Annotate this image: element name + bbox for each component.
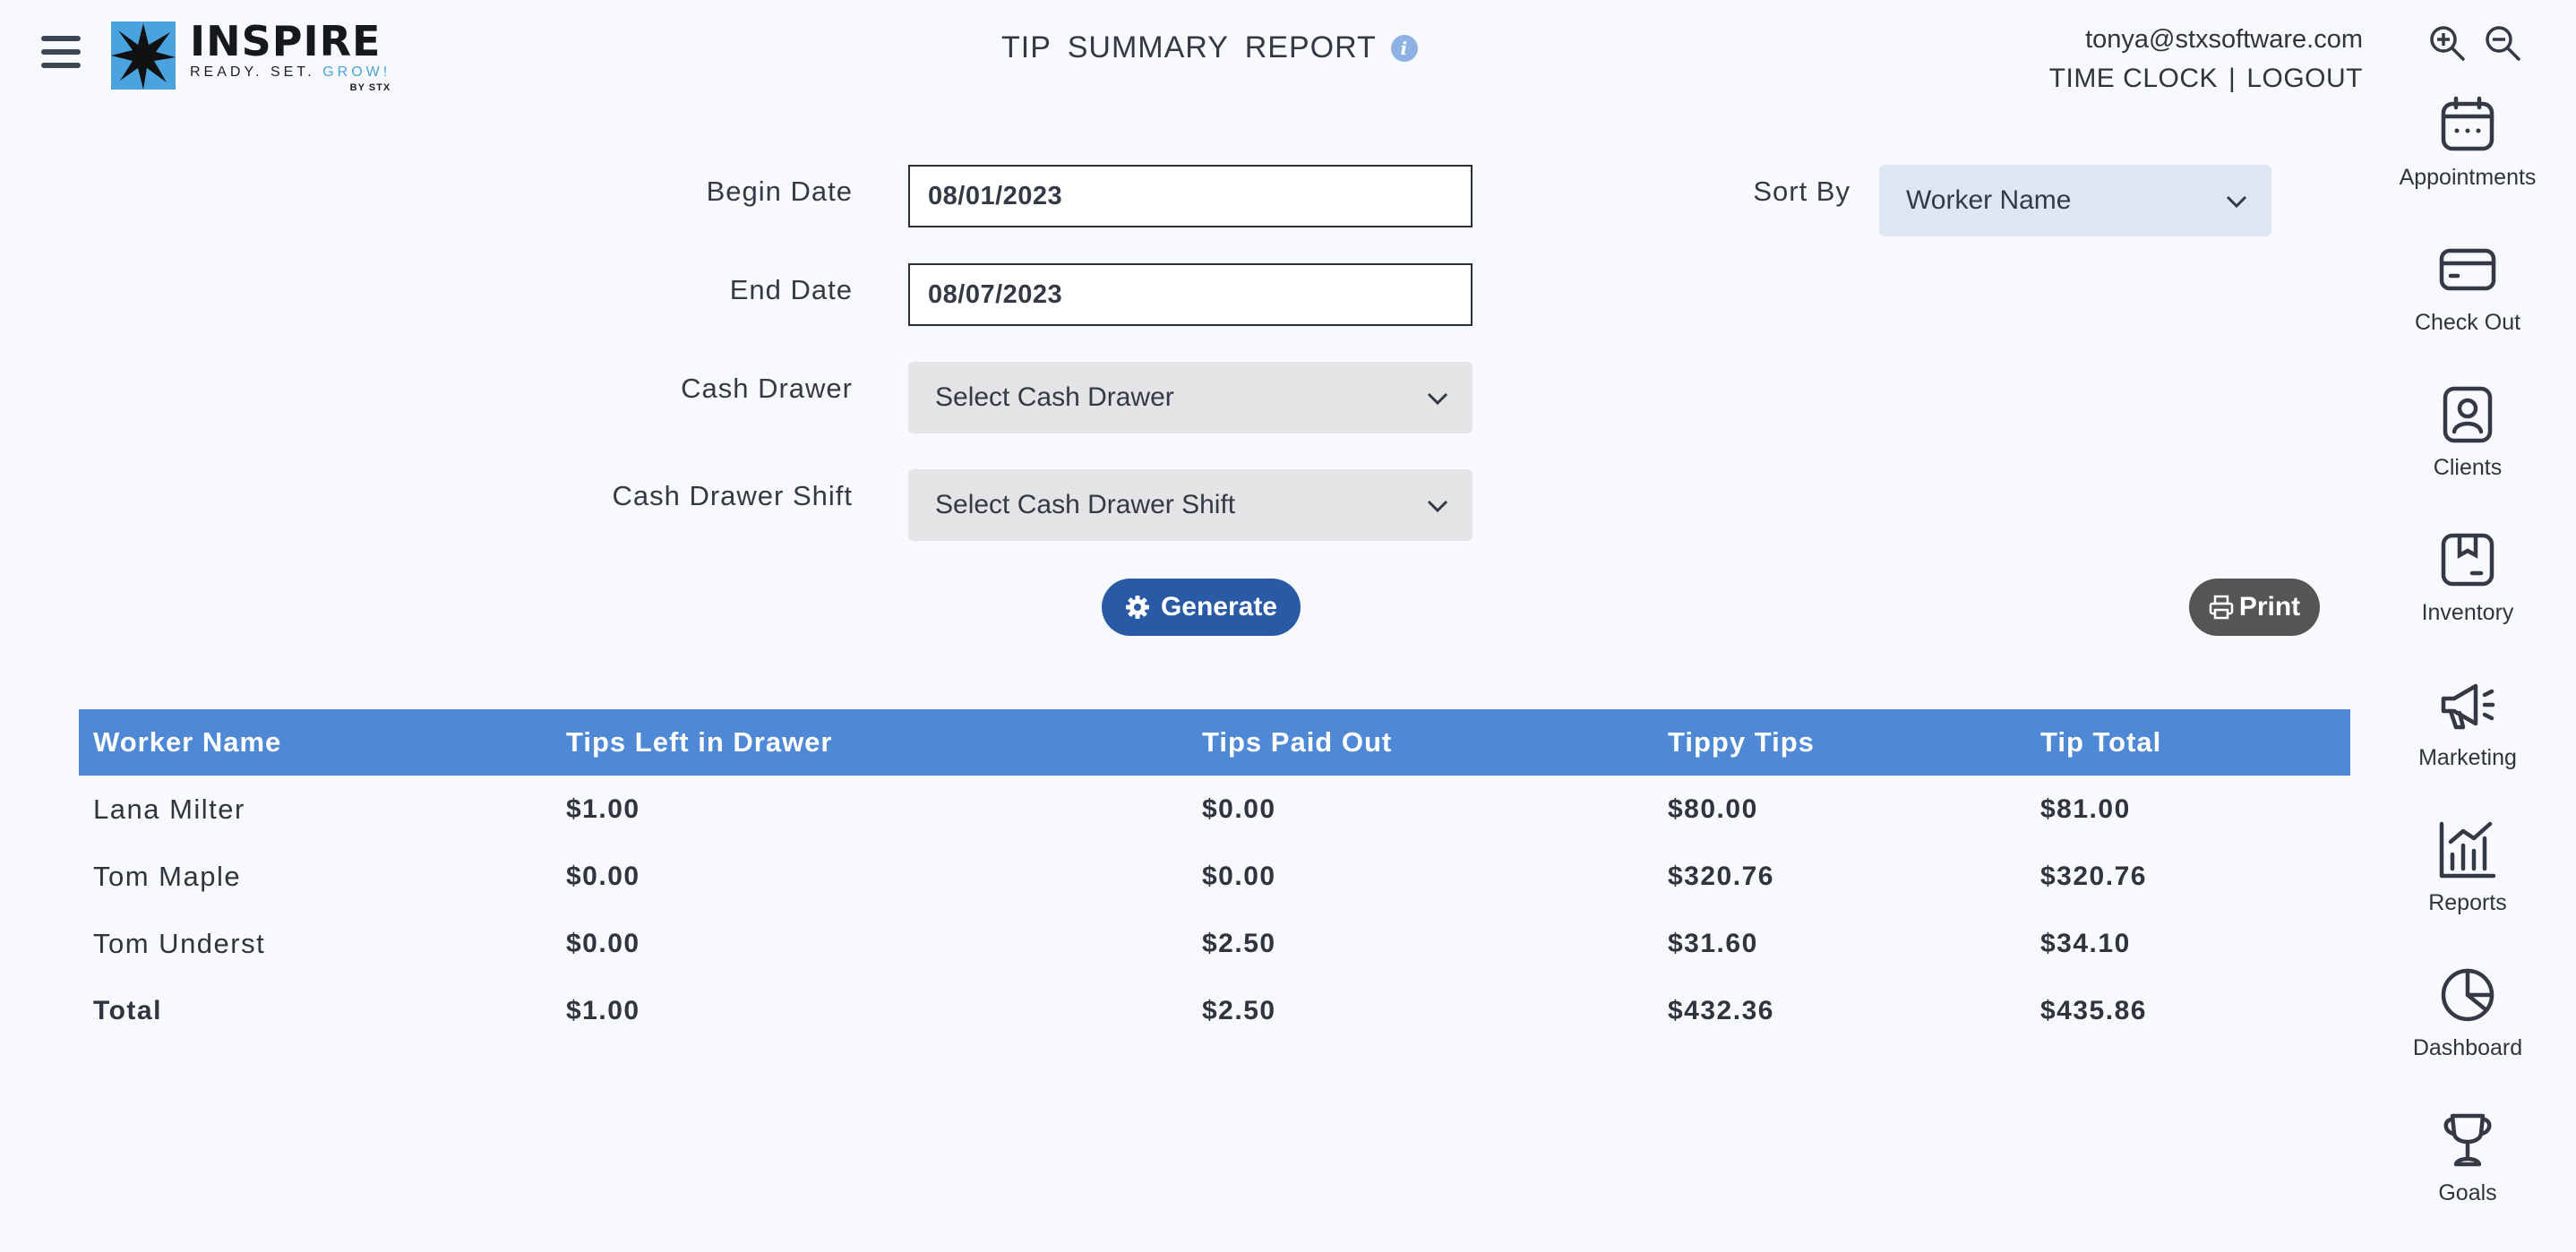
nav-label: Reports	[2428, 890, 2507, 915]
total-row: Total $1.00 $2.50 $432.36 $435.86	[79, 977, 2350, 1044]
chevron-down-icon	[1427, 392, 1448, 406]
box-icon	[2441, 533, 2494, 587]
tip-summary-table: Worker Name Tips Left in Drawer Tips Pai…	[79, 709, 2350, 1044]
cash-drawer-shift-value: Select Cash Drawer Shift	[935, 490, 1236, 519]
end-date-input[interactable]	[908, 263, 1473, 326]
client-icon	[2443, 386, 2493, 443]
tips-left-cell: $0.00	[566, 861, 640, 891]
logo-mark-icon	[111, 21, 176, 90]
tip-total-cell: $81.00	[2040, 793, 2131, 824]
tip-total-cell: $34.10	[2040, 928, 2131, 958]
link-separator: |	[2228, 64, 2237, 93]
total-tips-left-cell: $1.00	[566, 995, 640, 1025]
sort-by-label: Sort By	[1753, 176, 1850, 207]
nav-label: Goals	[2438, 1180, 2497, 1205]
app-logo: INSPIRE READY. SET. GROW! BY STX	[109, 20, 391, 93]
nav-clients[interactable]: Clients	[2383, 383, 2553, 528]
total-tippy-tips-cell: $432.36	[1668, 995, 1774, 1025]
nav-goals[interactable]: Goals	[2383, 1109, 2553, 1252]
table-row[interactable]: Tom Underst $0.00 $2.50 $31.60 $34.10	[79, 910, 2350, 977]
nav-marketing[interactable]: Marketing	[2383, 673, 2553, 819]
logout-link[interactable]: LOGOUT	[2246, 64, 2363, 93]
generate-button[interactable]: Generate	[1102, 579, 1301, 636]
print-label: Print	[2238, 592, 2301, 622]
logo-tagline: READY. SET. GROW!	[190, 64, 391, 80]
tips-paid-out-cell: $0.00	[1202, 861, 1276, 891]
nav-check-out[interactable]: Check Out	[2383, 238, 2553, 383]
tippy-tips-cell: $31.60	[1668, 928, 1758, 958]
begin-date-input[interactable]	[908, 165, 1473, 227]
column-header[interactable]: Tips Paid Out	[1188, 709, 1653, 776]
table-row[interactable]: Tom Maple $0.00 $0.00 $320.76 $320.76	[79, 843, 2350, 910]
column-header[interactable]: Tip Total	[2026, 709, 2350, 776]
nav-dashboard[interactable]: Dashboard	[2383, 964, 2553, 1109]
zoom-out-icon[interactable]	[2483, 23, 2522, 63]
calendar-icon	[2441, 96, 2494, 151]
pie-chart-icon	[2441, 968, 2494, 1022]
sort-by-select[interactable]: Worker Name	[1879, 165, 2271, 236]
cash-drawer-value: Select Cash Drawer	[935, 382, 1174, 412]
table-row[interactable]: Lana Milter $1.00 $0.00 $80.00 $81.00	[79, 776, 2350, 843]
nav-label: Marketing	[2418, 745, 2517, 770]
nav-reports[interactable]: Reports	[2383, 819, 2553, 964]
printer-icon	[2209, 595, 2234, 620]
column-header[interactable]: Worker Name	[79, 709, 552, 776]
chevron-down-icon	[1427, 500, 1448, 513]
nav-label: Check Out	[2414, 310, 2521, 335]
print-button[interactable]: Print	[2189, 579, 2320, 636]
nav-label: Clients	[2433, 455, 2503, 480]
nav-inventory[interactable]: Inventory	[2383, 528, 2553, 673]
megaphone-icon	[2441, 683, 2495, 730]
chart-icon	[2439, 821, 2496, 879]
worker-name-cell: Tom Underst	[93, 927, 266, 959]
nav-appointments[interactable]: Appointments	[2383, 93, 2553, 238]
sort-by-value: Worker Name	[1906, 185, 2072, 215]
chevron-down-icon	[2226, 195, 2247, 209]
tip-total-cell: $320.76	[2040, 861, 2147, 891]
user-email: tonya@stxsoftware.com	[2085, 25, 2363, 54]
nav-label: Appointments	[2399, 165, 2537, 190]
nav-label: Inventory	[2421, 600, 2514, 625]
tips-left-cell: $1.00	[566, 793, 640, 824]
column-header[interactable]: Tips Left in Drawer	[552, 709, 1188, 776]
worker-name-cell: Tom Maple	[93, 860, 242, 892]
end-date-label: End Date	[729, 274, 853, 305]
tips-paid-out-cell: $2.50	[1202, 928, 1276, 958]
time-clock-link[interactable]: TIME CLOCK	[2049, 64, 2218, 93]
gear-icon	[1125, 596, 1149, 619]
user-block: tonya@stxsoftware.com TIME CLOCK | LOGOUT	[2049, 25, 2363, 94]
logo-by: BY STX	[349, 82, 391, 93]
hamburger-menu-icon[interactable]	[41, 36, 81, 73]
cash-drawer-shift-label: Cash Drawer Shift	[612, 480, 853, 511]
tippy-tips-cell: $80.00	[1668, 793, 1758, 824]
credit-card-icon	[2439, 248, 2496, 291]
zoom-in-icon[interactable]	[2427, 23, 2467, 63]
tips-left-cell: $0.00	[566, 928, 640, 958]
page-title: TIP SUMMARY REPORT i	[1001, 30, 1418, 65]
trophy-icon	[2443, 1113, 2492, 1167]
tippy-tips-cell: $320.76	[1668, 861, 1774, 891]
cash-drawer-label: Cash Drawer	[681, 373, 853, 404]
begin-date-label: Begin Date	[706, 176, 853, 207]
table-header-row: Worker Name Tips Left in Drawer Tips Pai…	[79, 709, 2350, 776]
total-tips-paid-out-cell: $2.50	[1202, 995, 1276, 1025]
generate-label: Generate	[1160, 592, 1278, 622]
total-label-cell: Total	[93, 995, 162, 1025]
info-icon[interactable]: i	[1390, 34, 1418, 62]
nav-label: Dashboard	[2412, 1035, 2523, 1060]
column-header[interactable]: Tippy Tips	[1653, 709, 2026, 776]
total-tip-total-cell: $435.86	[2040, 995, 2147, 1025]
logo-title: INSPIRE	[190, 17, 382, 65]
tips-paid-out-cell: $0.00	[1202, 793, 1276, 824]
cash-drawer-select[interactable]: Select Cash Drawer	[908, 362, 1473, 433]
side-nav: Appointments Check Out Clients Inventory	[2383, 93, 2553, 1252]
worker-name-cell: Lana Milter	[93, 793, 245, 825]
cash-drawer-shift-select[interactable]: Select Cash Drawer Shift	[908, 469, 1473, 541]
